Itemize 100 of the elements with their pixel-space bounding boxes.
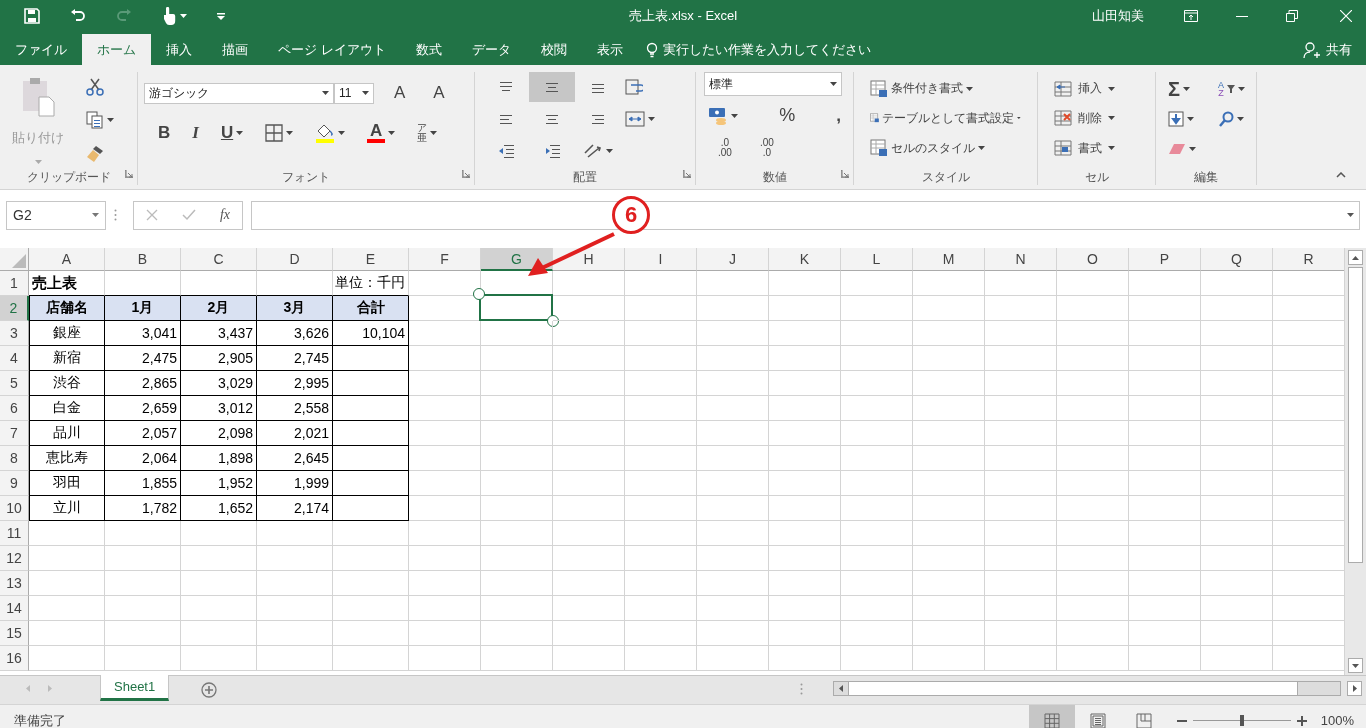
row-header[interactable]: 15 bbox=[0, 621, 29, 646]
empty-cell bbox=[625, 446, 697, 471]
column-header[interactable]: G bbox=[481, 248, 553, 271]
row-header[interactable]: 2 bbox=[0, 296, 29, 321]
empty-cell bbox=[625, 271, 697, 296]
bold-button[interactable]: B bbox=[154, 120, 175, 146]
grow-font-button[interactable]: A bbox=[390, 80, 410, 106]
empty-cell bbox=[697, 421, 769, 446]
slider-thumb[interactable] bbox=[1239, 715, 1244, 726]
column-header[interactable]: H bbox=[553, 248, 625, 271]
ribbon-tab[interactable]: ページ レイアウト bbox=[263, 34, 401, 65]
column-header[interactable]: I bbox=[625, 248, 697, 271]
vertical-scrollbar[interactable] bbox=[1344, 248, 1366, 675]
column-header[interactable]: M bbox=[913, 248, 985, 271]
styles-menu-button[interactable]: 条件付き書式 bbox=[866, 76, 1025, 101]
font-size-field[interactable]: 11 bbox=[334, 82, 374, 104]
empty-cell bbox=[985, 646, 1057, 671]
ribbon-tab[interactable]: 校閲 bbox=[525, 34, 582, 65]
row-header[interactable]: 14 bbox=[0, 596, 29, 621]
autosum-button[interactable]: Σ bbox=[1164, 74, 1214, 104]
row-header[interactable]: 9 bbox=[0, 471, 29, 496]
column-header[interactable]: E bbox=[333, 248, 409, 271]
sheet-tab[interactable]: Sheet1 bbox=[100, 675, 170, 701]
percent-button[interactable]: % bbox=[775, 102, 800, 129]
styles-menu-button[interactable]: セルのスタイル bbox=[866, 136, 1025, 161]
scroll-down-button[interactable] bbox=[1348, 658, 1363, 673]
column-header[interactable]: C bbox=[181, 248, 257, 271]
scroll-up-button[interactable] bbox=[1348, 250, 1363, 265]
styles-menu-button[interactable]: テーブルとして書式設定 bbox=[866, 106, 1025, 131]
row-header[interactable]: 10 bbox=[0, 496, 29, 521]
row-header[interactable]: 13 bbox=[0, 571, 29, 596]
column-header[interactable]: L bbox=[841, 248, 913, 271]
ribbon-tab[interactable]: 数式 bbox=[400, 34, 457, 65]
scrollbar-thumb[interactable] bbox=[848, 682, 1298, 695]
increase-decimal-button[interactable]: .0 .00 bbox=[714, 135, 736, 161]
cells-menu-button[interactable]: 書式 bbox=[1050, 136, 1143, 161]
row-header[interactable]: 5 bbox=[0, 371, 29, 396]
cells-menu-button[interactable]: 挿入 bbox=[1050, 76, 1143, 101]
column-header[interactable]: Q bbox=[1201, 248, 1273, 271]
row-header[interactable]: 7 bbox=[0, 421, 29, 446]
horizontal-scrollbar[interactable] bbox=[833, 681, 1341, 696]
sort-filter-button[interactable]: A Z bbox=[1214, 74, 1254, 104]
user-name[interactable]: 山田知美 bbox=[1092, 7, 1144, 25]
phonetic-button[interactable]: ア 亜 bbox=[413, 120, 442, 146]
ribbon-tab[interactable]: 表示 bbox=[581, 34, 638, 65]
font-color-button[interactable]: A bbox=[363, 120, 400, 146]
empty-cell bbox=[1129, 496, 1201, 521]
empty-cell bbox=[553, 571, 625, 596]
zoom-in-button[interactable] bbox=[1296, 715, 1307, 726]
row-header[interactable]: 6 bbox=[0, 396, 29, 421]
ribbon-tab[interactable]: データ bbox=[456, 34, 526, 65]
row-header[interactable]: 16 bbox=[0, 646, 29, 671]
formula-input[interactable] bbox=[251, 200, 1360, 230]
touch-mode-button[interactable] bbox=[162, 7, 187, 25]
restore-button[interactable] bbox=[1286, 10, 1298, 22]
tell-me-field[interactable]: 実行したい作業を入力してください bbox=[645, 34, 871, 65]
decrease-decimal-button[interactable]: .00 .0 bbox=[755, 135, 778, 161]
ribbon-tab[interactable]: ホーム bbox=[82, 34, 151, 65]
name-box[interactable]: G2 bbox=[6, 200, 106, 230]
view-button[interactable] bbox=[1028, 705, 1075, 728]
new-sheet-button[interactable] bbox=[201, 682, 218, 698]
row-header[interactable]: 4 bbox=[0, 346, 29, 371]
column-header[interactable]: J bbox=[697, 248, 769, 271]
column-header[interactable]: P bbox=[1129, 248, 1201, 271]
column-header[interactable]: K bbox=[769, 248, 841, 271]
number-format-field[interactable]: 標準 bbox=[704, 72, 842, 96]
scrollbar-thumb[interactable] bbox=[1348, 267, 1363, 563]
column-header[interactable]: R bbox=[1273, 248, 1344, 271]
ribbon-tab[interactable]: 挿入 bbox=[151, 34, 207, 65]
comma-button[interactable]: , bbox=[832, 102, 845, 129]
font-name-field[interactable]: 游ゴシック bbox=[144, 82, 334, 104]
italic-button[interactable]: I bbox=[188, 120, 203, 146]
share-button[interactable]: 共有 bbox=[1302, 34, 1366, 65]
vertical-align-button[interactable] bbox=[529, 72, 575, 102]
cells-menu-button[interactable]: 削除 bbox=[1050, 106, 1143, 131]
row-header[interactable]: 1 bbox=[0, 271, 29, 296]
row-header[interactable]: 12 bbox=[0, 546, 29, 571]
row-header[interactable]: 3 bbox=[0, 321, 29, 346]
scroll-right-button[interactable] bbox=[1347, 681, 1362, 696]
ribbon-tab[interactable]: ファイル bbox=[0, 34, 82, 65]
customize-button[interactable] bbox=[217, 12, 225, 20]
column-header[interactable]: F bbox=[409, 248, 481, 271]
zoom-level[interactable]: 100% bbox=[1320, 713, 1354, 728]
row-header[interactable]: 11 bbox=[0, 521, 29, 546]
underline-button[interactable]: U bbox=[216, 120, 248, 146]
row-header[interactable]: 8 bbox=[0, 446, 29, 471]
column-header[interactable]: D bbox=[257, 248, 333, 271]
column-header[interactable]: O bbox=[1057, 248, 1129, 271]
column-header[interactable]: B bbox=[105, 248, 181, 271]
insert-function-button[interactable]: fx bbox=[215, 204, 234, 226]
column-header[interactable]: A bbox=[29, 248, 105, 271]
ribbon-tab[interactable]: 描画 bbox=[207, 34, 263, 65]
save-button[interactable] bbox=[24, 8, 40, 24]
empty-cell bbox=[1201, 546, 1273, 571]
shrink-font-button[interactable]: A bbox=[429, 80, 449, 106]
undo-button[interactable] bbox=[70, 9, 86, 23]
empty-cell bbox=[697, 621, 769, 646]
close-button[interactable] bbox=[1340, 10, 1352, 22]
column-header[interactable]: N bbox=[985, 248, 1057, 271]
ribbon-display-button[interactable] bbox=[1184, 10, 1198, 22]
